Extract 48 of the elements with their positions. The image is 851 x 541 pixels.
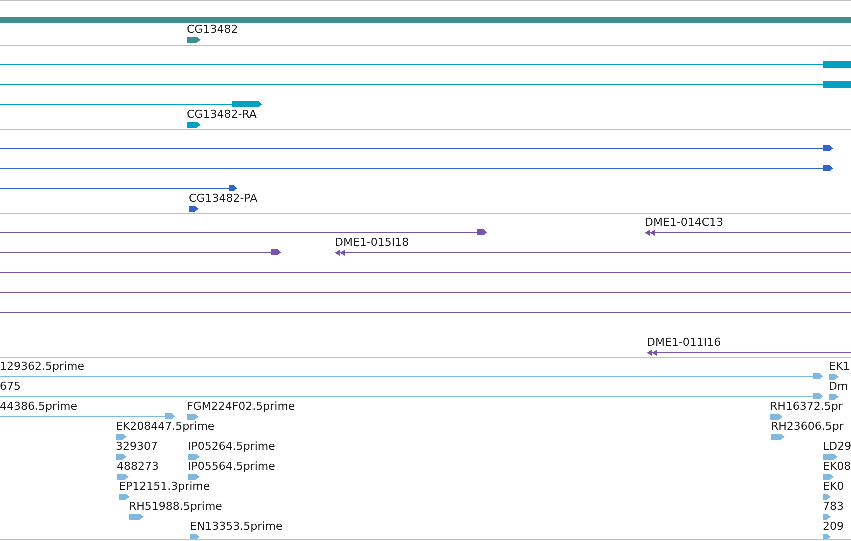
strand-arrow-icon [189,206,199,212]
feature-label: CG13482 [187,24,238,36]
strand-arrow-icon [829,374,839,380]
feature-label: IP05564.5prime [188,461,276,473]
feature-label: 329307 [116,441,158,453]
feature-label: RH16372.5pr [770,401,843,413]
strand-arrow-icon [188,474,200,480]
feature-label: IP05264.5prime [188,441,276,453]
strand-arrow-icon [770,414,783,420]
feature-label: EN13353.5prime [190,521,283,533]
strand-arrow-icon [771,434,785,440]
feature-label: RH23606.5pr [771,421,844,433]
feature-label: DME1-011I16 [647,337,722,349]
feature-label: EK08 [823,461,851,473]
feature-label: EK1 [829,361,850,373]
feature-label: 675 [0,381,21,393]
strand-arrow-icon [116,454,127,460]
strand-arrow-icon [119,494,130,500]
feature-label: DME1-014C13 [645,217,724,229]
feature-label: 783 [823,501,844,513]
feature-label: CG13482-PA [189,193,258,205]
feature-label: 44386.5prime [0,401,78,413]
strand-arrow-icon [129,514,144,520]
strand-arrow-icon [829,394,839,400]
feature-label: LD29 [823,441,851,453]
feature-label: FGM224F02.5prime [187,401,296,413]
feature-label: 488273 [117,461,159,473]
strand-arrow-icon [187,37,201,43]
feature-label: 209 [823,521,844,533]
strand-arrow-icon [117,474,129,480]
feature-label: EK208447.5prime [116,421,215,433]
feature-label: CG13482-RA [187,109,257,121]
strand-arrow-icon [823,494,831,500]
feature-label: EP12151.3prime [119,481,210,493]
feature-label: 129362.5prime [0,361,85,373]
strand-arrow-icon [823,474,834,480]
feature-label: Dm [829,381,848,393]
feature-label: EK0 [823,481,844,493]
feature-label: RH51988.5prime [129,501,222,513]
feature-label: DME1-015I18 [335,237,410,249]
strand-arrow-icon [190,534,200,539]
strand-arrow-icon [116,434,127,440]
strand-arrow-icon [823,534,831,539]
strand-arrow-icon [823,514,831,520]
strand-arrow-icon [823,454,838,460]
strand-arrow-icon [188,454,200,460]
strand-arrow-icon [187,122,201,128]
strand-arrow-icon [187,414,199,420]
